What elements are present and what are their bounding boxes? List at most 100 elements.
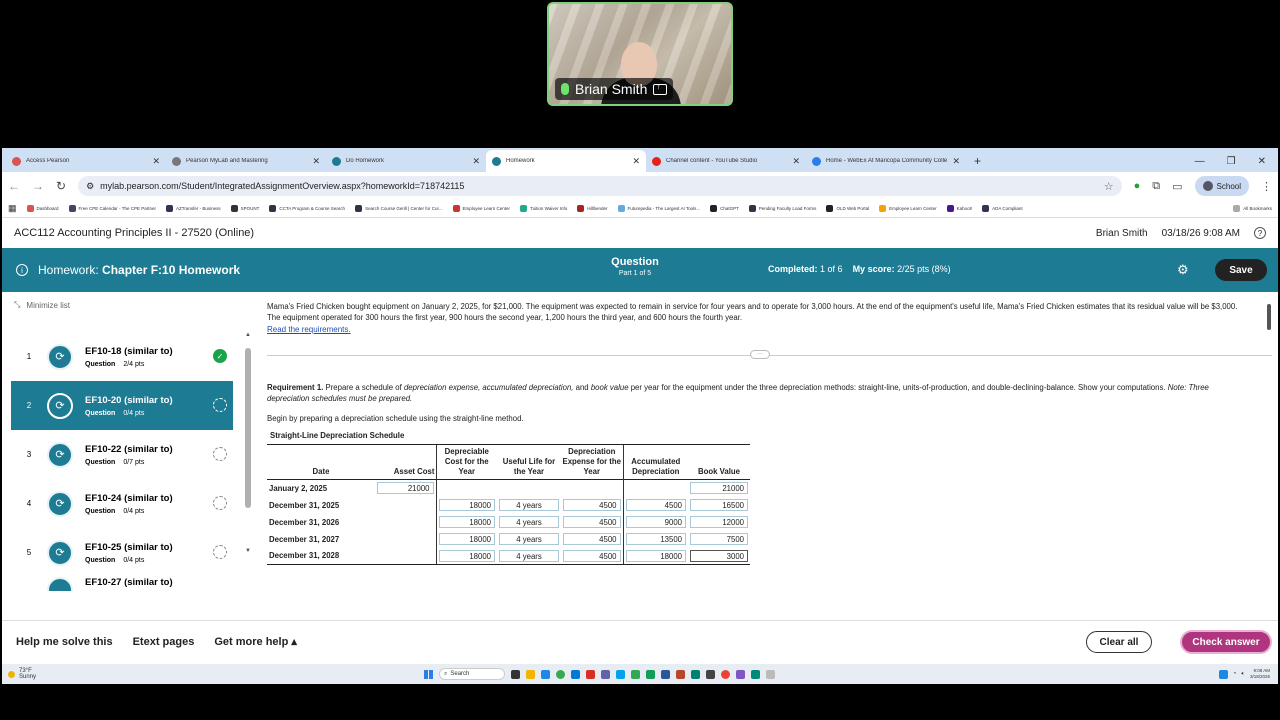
task-view-icon[interactable] xyxy=(511,669,520,679)
chrome-icon[interactable] xyxy=(556,669,565,679)
windows-start-icon[interactable] xyxy=(424,669,433,679)
forward-icon[interactable]: → xyxy=(32,179,44,193)
bookmark-star-icon[interactable]: ☆ xyxy=(1104,180,1114,193)
question-item[interactable]: 4 ⟳ EF10-24 (similar to) Question 0/4 pts xyxy=(11,479,233,528)
edge-icon[interactable] xyxy=(541,669,550,679)
bookmark-item[interactable]: OLD Web Portal xyxy=(826,205,869,212)
accumulated-input[interactable]: 18000 xyxy=(625,549,686,562)
bookmark-item[interactable]: Employee Learn Center xyxy=(452,205,510,212)
help-me-solve-button[interactable]: Help me solve this xyxy=(16,636,113,648)
divider-handle[interactable]: ··· xyxy=(750,350,770,359)
depreciable-cost-input[interactable]: 18000 xyxy=(438,516,495,528)
info-icon[interactable]: i xyxy=(16,264,28,276)
bookmark-item[interactable]: Pending Faculty Load Forms xyxy=(748,205,816,212)
all-bookmarks[interactable]: All Bookmarks xyxy=(1233,205,1272,212)
clear-all-button[interactable]: Clear all xyxy=(1086,631,1152,653)
wifi-icon[interactable]: ◔ xyxy=(1233,671,1237,677)
dep-expense-input[interactable]: 4500 xyxy=(563,549,621,562)
book-value-input[interactable]: 3000 xyxy=(690,549,748,562)
app-icon[interactable] xyxy=(751,669,760,679)
useful-life-select[interactable]: 4 years xyxy=(499,499,559,511)
extension-icon[interactable]: ● xyxy=(1134,180,1141,192)
reload-icon[interactable]: ↻ xyxy=(56,179,66,193)
useful-life-select[interactable]: 4 years xyxy=(499,549,559,562)
bookmark-item[interactable]: AZTransfer - Business xyxy=(165,205,221,212)
close-icon[interactable]: ✕ xyxy=(952,156,960,167)
book-value-input[interactable]: 21000 xyxy=(690,482,748,495)
depreciable-cost-input[interactable]: 18000 xyxy=(438,533,495,545)
volume-icon[interactable]: 🔈︎ xyxy=(1241,671,1245,678)
browser-tab[interactable]: Do Homework ✕ xyxy=(326,150,486,172)
bookmark-item[interactable]: Free CPE Calendar - The CPE Partner xyxy=(68,205,156,212)
minimize-window-icon[interactable]: — xyxy=(1195,156,1205,167)
depreciable-cost-input[interactable]: 18000 xyxy=(438,499,495,511)
etext-pages-button[interactable]: Etext pages xyxy=(133,636,195,648)
save-button[interactable]: Save xyxy=(1215,259,1267,281)
dep-expense-input[interactable]: 4500 xyxy=(563,516,621,528)
taskbar-search[interactable]: ⌕ Search xyxy=(439,668,505,680)
app-icon[interactable] xyxy=(691,669,700,679)
app-icon[interactable] xyxy=(721,669,730,679)
accumulated-input[interactable]: 13500 xyxy=(625,533,686,545)
close-icon[interactable]: ✕ xyxy=(312,156,320,167)
teams-icon[interactable] xyxy=(601,669,610,679)
menu-icon[interactable]: ⋮ xyxy=(1261,180,1272,193)
help-icon[interactable]: ? xyxy=(1254,227,1266,239)
asset-cost-input[interactable]: 21000 xyxy=(377,482,434,495)
question-item[interactable]: 1 ⟳ EF10-18 (similar to) Question 2/4 pts … xyxy=(11,332,233,381)
get-more-help-button[interactable]: Get more help ▴ xyxy=(214,635,297,648)
bookmark-item[interactable]: Futurepedia - The Largest AI Tools... xyxy=(617,205,700,212)
bookmark-item[interactable]: CCTA Program & Course Search xyxy=(269,205,345,212)
minimize-list-button[interactable]: ⤡ Minimize list xyxy=(14,300,70,310)
apps-grid-icon[interactable]: ▦ xyxy=(8,203,17,214)
accumulated-input[interactable]: 4500 xyxy=(625,499,686,511)
site-info-icon[interactable]: ⚙ xyxy=(86,181,94,192)
question-item[interactable]: 6 EF10-27 (similar to) xyxy=(11,577,233,591)
close-icon[interactable]: ✕ xyxy=(472,156,480,167)
bookmark-item[interactable]: Tuition Waiver Info xyxy=(520,205,567,212)
close-icon[interactable]: ✕ xyxy=(152,156,160,167)
user-name[interactable]: Brian Smith xyxy=(1096,228,1148,239)
back-icon[interactable]: ← xyxy=(8,179,20,193)
sidebar-scrollbar[interactable]: ▲ xyxy=(245,332,251,547)
puzzle-icon[interactable]: ⧉ xyxy=(1152,180,1160,193)
browser-tab[interactable]: Home - WebEx At Maricopa Community Colle… xyxy=(806,150,966,172)
file-explorer-icon[interactable] xyxy=(526,669,535,679)
word-icon[interactable] xyxy=(661,669,670,679)
clock[interactable]: 9:08 AM 3/18/2026 xyxy=(1250,668,1270,680)
gear-icon[interactable]: ⚙ xyxy=(1177,262,1189,278)
powerpoint-icon[interactable] xyxy=(676,669,685,679)
dep-expense-input[interactable]: 4500 xyxy=(563,533,621,545)
cast-icon[interactable]: ▭ xyxy=(1172,180,1182,193)
close-icon[interactable]: ✕ xyxy=(792,156,800,167)
useful-life-select[interactable]: 4 years xyxy=(499,533,559,545)
bookmark-item[interactable]: Search Course Gerill | Center for Cur... xyxy=(355,205,443,212)
browser-tab[interactable]: Access Pearson ✕ xyxy=(6,150,166,172)
book-value-input[interactable]: 7500 xyxy=(690,533,748,545)
outlook-icon[interactable] xyxy=(571,669,580,679)
book-value-input[interactable]: 12000 xyxy=(690,516,748,528)
dep-expense-input[interactable]: 4500 xyxy=(563,499,621,511)
browser-tab[interactable]: Pearson MyLab and Mastering ✕ xyxy=(166,150,326,172)
restore-window-icon[interactable]: ❐ xyxy=(1227,156,1236,167)
question-item-active[interactable]: 2 ⟳ EF10-20 (similar to) Question 0/4 pts xyxy=(11,381,233,430)
question-item[interactable]: 5 ⟳ EF10-25 (similar to) Question 0/4 pts xyxy=(11,528,233,577)
spotify-icon[interactable] xyxy=(631,669,640,679)
scroll-thumb[interactable] xyxy=(245,348,251,508)
weather-widget[interactable]: 73°F Sunny xyxy=(2,668,36,680)
app-icon[interactable] xyxy=(706,669,715,679)
bookmark-item[interactable]: Hillbender xyxy=(577,205,608,212)
app-icon[interactable] xyxy=(586,669,595,679)
tray-icon[interactable] xyxy=(1218,669,1228,679)
profile-button[interactable]: School xyxy=(1194,176,1249,196)
close-icon[interactable]: ✕ xyxy=(632,156,640,167)
bookmark-item[interactable]: Kahoot! xyxy=(946,205,972,212)
webex-icon[interactable] xyxy=(616,669,625,679)
close-window-icon[interactable]: ✕ xyxy=(1258,156,1266,167)
scroll-up-icon[interactable]: ▲ xyxy=(245,332,251,338)
app-icon[interactable] xyxy=(766,669,775,679)
bookmark-item[interactable]: Dashboard xyxy=(26,205,59,212)
app-icon[interactable] xyxy=(736,669,745,679)
excel-icon[interactable] xyxy=(646,669,655,679)
browser-tab[interactable]: Channel content - YouTube Studio ✕ xyxy=(646,150,806,172)
